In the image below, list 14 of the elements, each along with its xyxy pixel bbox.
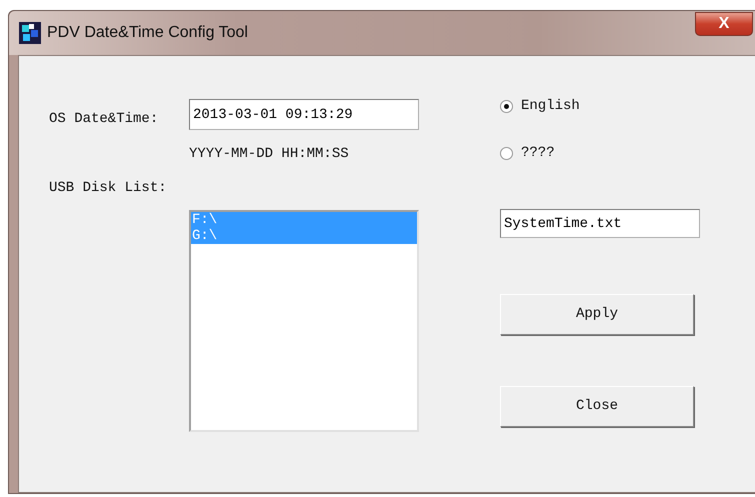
format-hint: YYYY-MM-DD HH:MM:SS bbox=[189, 145, 350, 164]
apply-button[interactable]: Apply bbox=[500, 294, 694, 335]
radio-button[interactable] bbox=[500, 100, 513, 113]
title-bar-x-button[interactable]: X bbox=[695, 12, 753, 36]
field-label: OS Date&Time: bbox=[49, 110, 160, 129]
radio-button[interactable] bbox=[500, 147, 513, 160]
date-time-field[interactable]: 2013-03-01 09:13:29 bbox=[189, 99, 419, 130]
field-label: USB Disk List: bbox=[49, 179, 168, 198]
radio-label[interactable]: ???? bbox=[521, 143, 555, 164]
radio-label[interactable]: English bbox=[521, 96, 580, 117]
cubes-icon bbox=[19, 22, 41, 44]
file-name-field[interactable]: SystemTime.txt bbox=[500, 209, 700, 238]
window-title: PDV Date&Time Config Tool bbox=[47, 23, 248, 43]
close-dialog-button[interactable]: Close bbox=[500, 386, 694, 427]
